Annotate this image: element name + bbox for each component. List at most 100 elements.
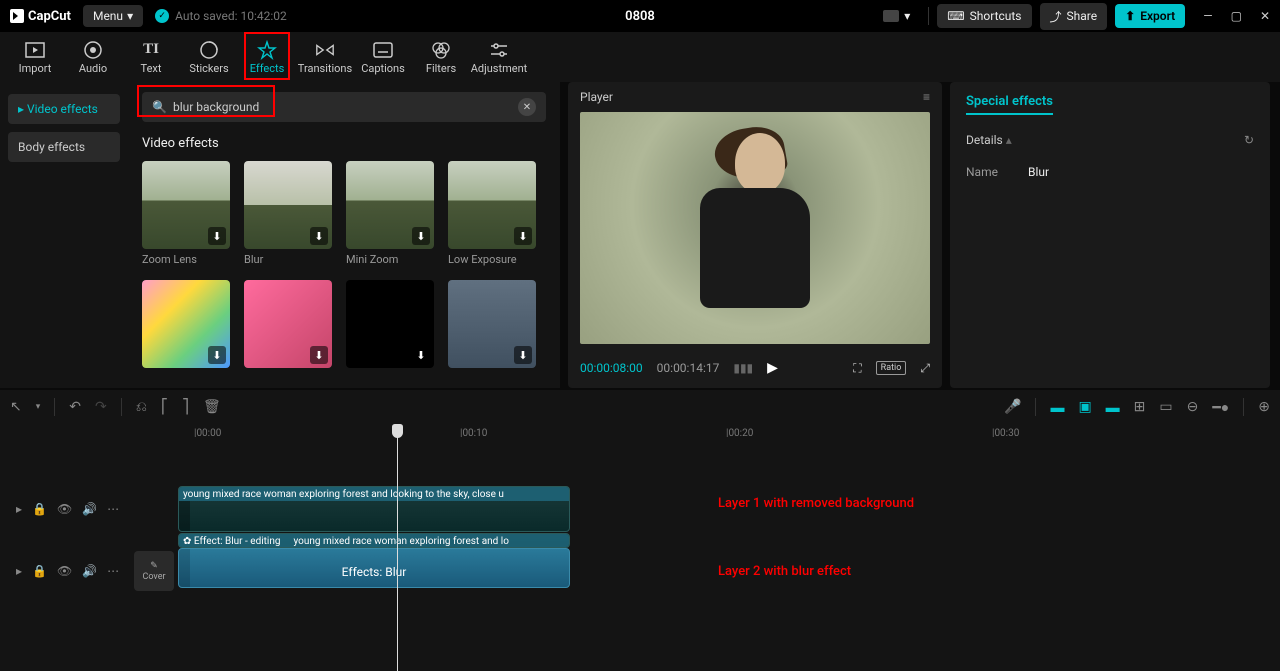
play-button[interactable]: ▶ <box>767 360 778 376</box>
tool-transitions[interactable]: Transitions <box>296 32 354 82</box>
effect-item-8[interactable]: ⬇ <box>448 280 536 368</box>
timeline[interactable]: |00:00 |00:10 |00:20 |00:30 ▸ 🔒 👁 🔊 ⋯ yo… <box>0 424 1280 671</box>
zoom-fit-icon[interactable]: ⊕ <box>1258 399 1270 415</box>
track-expand-icon[interactable]: ▸ <box>16 564 22 578</box>
search-input[interactable] <box>173 100 512 114</box>
maximize-button[interactable]: ▢ <box>1231 9 1242 23</box>
share-button[interactable]: ⤴ Share <box>1040 3 1108 30</box>
player-viewport[interactable] <box>580 112 930 344</box>
clip-layer-1[interactable]: young mixed race woman exploring forest … <box>178 486 570 532</box>
effect-mini-zoom[interactable]: ⬇ <box>346 161 434 249</box>
effects-section-title: Video effects <box>142 136 546 151</box>
close-button[interactable]: ✕ <box>1260 9 1270 23</box>
search-icon: 🔍 <box>152 100 167 114</box>
clip-layer-2-video[interactable]: ✿ Effect: Blur - editing young mixed rac… <box>178 533 570 548</box>
audio-icon <box>83 40 103 60</box>
align-icon[interactable]: ⊞ <box>1134 399 1146 415</box>
reset-icon[interactable]: ↻ <box>1244 133 1254 147</box>
track-more-icon[interactable]: ⋯ <box>107 564 119 578</box>
track-mute-icon[interactable]: 🔊 <box>82 564 97 578</box>
autosave-status: ✓ Auto saved: 10:42:02 <box>155 9 287 23</box>
tool-import[interactable]: Import <box>6 32 64 82</box>
sidebar-item-body-effects[interactable]: Body effects <box>8 132 120 162</box>
track-1: ▸ 🔒 👁 🔊 ⋯ young mixed race woman explori… <box>0 484 1280 534</box>
download-icon[interactable]: ⬇ <box>514 346 532 364</box>
transitions-icon <box>315 40 335 60</box>
trim-left-icon[interactable]: ⎡ <box>161 399 168 415</box>
download-icon[interactable]: ⬇ <box>412 227 430 245</box>
tool-stickers[interactable]: Stickers <box>180 32 238 82</box>
download-icon[interactable]: ⬇ <box>310 227 328 245</box>
undo-button[interactable]: ↶ <box>69 399 81 415</box>
download-icon[interactable]: ⬇ <box>208 227 226 245</box>
cover-button[interactable]: ✎ Cover <box>134 551 174 591</box>
track-lock-icon[interactable]: 🔒 <box>32 502 47 516</box>
player-menu-icon[interactable]: ≡ <box>923 90 930 104</box>
track-2: ▸ 🔒 👁 🔊 ⋯ ✎ Cover ✿ Effect: Blur - editi… <box>0 546 1280 596</box>
inspector-title: Special effects <box>966 94 1053 115</box>
tool-filters[interactable]: Filters <box>412 32 470 82</box>
layout-button[interactable]: ▾ <box>873 4 920 28</box>
tool-audio[interactable]: Audio <box>64 32 122 82</box>
trim-right-icon[interactable]: ⎤ <box>182 399 189 415</box>
minimize-button[interactable]: — <box>1203 9 1212 23</box>
redo-button[interactable]: ↷ <box>95 399 107 415</box>
track-visibility-icon[interactable]: 👁 <box>57 564 72 578</box>
volume-bars-icon[interactable]: ▮▮▮ <box>733 361 753 375</box>
sidebar-item-video-effects[interactable]: Video effects <box>8 94 120 124</box>
adjustment-icon <box>489 40 509 60</box>
details-label[interactable]: Details ▴ <box>966 133 1012 147</box>
download-icon[interactable]: ⬇ <box>310 346 328 364</box>
download-icon[interactable]: ⬇ <box>514 227 532 245</box>
zoom-out-icon[interactable]: ⊖ <box>1187 399 1199 415</box>
effect-low-exposure[interactable]: ⬇ <box>448 161 536 249</box>
effects-sidebar: Video effects Body effects <box>0 82 128 388</box>
playhead[interactable] <box>397 424 398 671</box>
text-icon: TI <box>141 40 161 60</box>
effect-item-6[interactable]: ⬇ <box>244 280 332 368</box>
effect-item-7[interactable]: ⬇ <box>346 280 434 368</box>
top-bar: CapCut Menu ▾ ✓ Auto saved: 10:42:02 080… <box>0 0 1280 32</box>
tool-captions[interactable]: Captions <box>354 32 412 82</box>
mic-icon[interactable]: 🎤 <box>1004 399 1021 415</box>
clear-search-button[interactable]: ✕ <box>518 98 536 116</box>
check-icon: ✓ <box>155 9 169 23</box>
tool-effects[interactable]: Effects <box>238 32 296 82</box>
project-name[interactable]: 0808 <box>625 9 655 24</box>
ratio-button[interactable]: Ratio <box>876 361 907 375</box>
crop-icon[interactable]: ⛶ <box>853 361 861 376</box>
magnet-icon-2[interactable]: ▣ <box>1078 399 1091 415</box>
timeline-ruler[interactable]: |00:00 |00:10 |00:20 |00:30 <box>178 424 1280 446</box>
track-lock-icon[interactable]: 🔒 <box>32 564 47 578</box>
inspector-panel: Special effects Details ▴ ↻ Name Blur <box>950 82 1270 388</box>
pointer-icon[interactable]: ↖ <box>10 399 22 415</box>
magnet-icon-1[interactable]: ▬ <box>1050 399 1064 416</box>
search-wrap: 🔍 ✕ <box>142 92 546 122</box>
split-icon[interactable]: ⎌ <box>136 399 147 415</box>
track-expand-icon[interactable]: ▸ <box>16 502 22 516</box>
zoom-slider[interactable]: ━● <box>1212 399 1229 416</box>
effect-blur[interactable]: ⬇ <box>244 161 332 249</box>
tool-text[interactable]: TIText <box>122 32 180 82</box>
effect-zoom-lens[interactable]: ⬇ <box>142 161 230 249</box>
menu-button[interactable]: Menu ▾ <box>83 5 143 27</box>
clip-layer-2-effect[interactable]: Effects: Blur <box>178 548 570 588</box>
delete-icon[interactable]: 🗑 <box>203 399 221 415</box>
download-icon[interactable]: ⬇ <box>412 346 430 364</box>
track-visibility-icon[interactable]: 👁 <box>57 502 72 516</box>
magnet-icon-3[interactable]: ▬ <box>1106 399 1120 416</box>
fullscreen-icon[interactable]: ⤢ <box>920 361 930 376</box>
tool-adjustment[interactable]: Adjustment <box>470 32 528 82</box>
capcut-icon <box>10 9 24 23</box>
effect-item-5[interactable]: ⬇ <box>142 280 230 368</box>
stickers-icon <box>199 40 219 60</box>
track-mute-icon[interactable]: 🔊 <box>82 502 97 516</box>
preview-icon[interactable]: ▭ <box>1159 399 1172 415</box>
shortcuts-button[interactable]: ⌨ Shortcuts <box>937 4 1031 28</box>
pointer-dropdown-icon[interactable]: ▾ <box>36 402 41 412</box>
export-button[interactable]: ⬆ Export <box>1115 4 1185 28</box>
track-more-icon[interactable]: ⋯ <box>107 502 119 516</box>
share-icon: ⤴ <box>1050 8 1062 25</box>
duration-timecode: 00:00:14:17 <box>657 361 720 375</box>
download-icon[interactable]: ⬇ <box>208 346 226 364</box>
